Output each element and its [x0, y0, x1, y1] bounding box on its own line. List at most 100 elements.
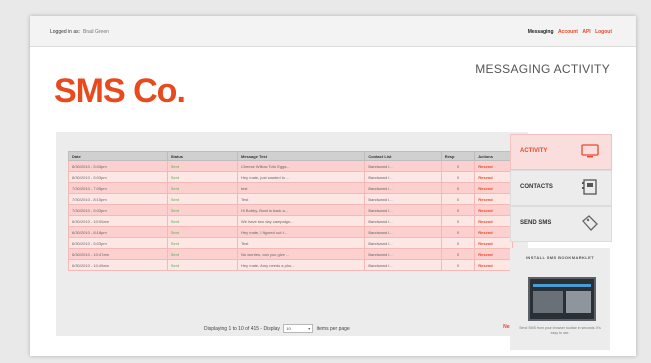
- table-row[interactable]: 7/30/2010 - 8:15pm Sent Test Bandwand l.…: [68, 193, 513, 205]
- cell-message[interactable]: Hey mate, I figured out t...: [237, 226, 366, 238]
- cell-contact-list: Bandwand l...: [364, 193, 442, 205]
- resend-link[interactable]: Resend: [474, 237, 513, 249]
- table-row[interactable]: 6/30/2010 - 10:00am Sent We have two day…: [68, 215, 513, 227]
- cell-contact-list: Bandwand l...: [364, 204, 442, 216]
- nav-contacts-label: CONTACTS: [520, 184, 553, 190]
- resend-link[interactable]: Resend: [474, 259, 513, 271]
- cell-message[interactable]: Test: [237, 237, 366, 249]
- cell-contact-list: Bandwand l...: [364, 248, 442, 260]
- cell-message[interactable]: test: [237, 182, 366, 194]
- cell-resp: 0: [440, 237, 476, 249]
- page-title: MESSAGING ACTIVITY: [475, 62, 610, 76]
- cell-date: 8/30/2010 - 5:03pm: [68, 160, 168, 172]
- cell-message[interactable]: No worries, can you give ...: [237, 248, 366, 260]
- cell-resp: 0: [440, 182, 476, 194]
- cell-status: Sent: [166, 182, 239, 194]
- top-link-messaging[interactable]: Messaging: [528, 29, 554, 35]
- cell-contact-list: Bandwand l...: [364, 226, 442, 238]
- bookmarklet-promo: INSTALL SMS BOOKMARKLET Send SMS from yo…: [510, 248, 610, 350]
- resend-link[interactable]: Resend: [474, 182, 513, 194]
- cell-resp: 0: [440, 193, 476, 205]
- promo-title: INSTALL SMS BOOKMARKLET: [525, 255, 595, 260]
- table-row[interactable]: 6/30/2010 - 10:49am Sent Hey mate, Amy n…: [68, 259, 513, 271]
- per-page-value: 10: [286, 326, 291, 331]
- promo-text: Send SMS from your browser toolbar in se…: [519, 326, 601, 335]
- cell-contact-list: Bandwand l...: [364, 182, 442, 194]
- resend-link[interactable]: Resend: [474, 204, 513, 216]
- nav-send-sms-button[interactable]: SEND SMS: [510, 206, 612, 242]
- cell-message[interactable]: Hi Bobby, Bowl is back a...: [237, 204, 366, 216]
- app-window: Logged in as: Brad Green Messaging Accoun…: [30, 16, 636, 356]
- table-row[interactable]: 6/30/2010 - 8:18pm Sent Hey mate, I figu…: [68, 226, 513, 238]
- resend-link[interactable]: Resend: [474, 226, 513, 238]
- cell-message[interactable]: Hey mate, just wanted to ...: [237, 171, 366, 183]
- cell-status: Sent: [166, 193, 239, 205]
- nav-contacts-button[interactable]: CONTACTS: [510, 170, 612, 206]
- chevron-down-icon: ▾: [308, 326, 311, 331]
- table-row[interactable]: 6/30/2010 - 5:03pm Sent Test Bandwand l.…: [68, 237, 513, 249]
- resend-link[interactable]: Resend: [474, 193, 513, 205]
- top-link-api[interactable]: API: [582, 29, 590, 35]
- cell-date: 6/30/2010 - 10:49am: [68, 259, 168, 271]
- brand-logo[interactable]: SMS Co.: [54, 72, 186, 111]
- cell-resp: 0: [440, 215, 476, 227]
- cell-message[interactable]: Hey mate, Amy needs a pho...: [237, 259, 366, 271]
- cell-resp: 0: [440, 248, 476, 260]
- top-links: Messaging Account API Logout: [528, 29, 612, 35]
- cell-contact-list: Bandwand l...: [364, 160, 442, 172]
- cell-contact-list: Bandwand l...: [364, 237, 442, 249]
- address-book-icon: [582, 179, 597, 195]
- table-row[interactable]: 8/30/2010 - 5:03pm Sent Hey mate, just w…: [68, 171, 513, 183]
- top-bar: Logged in as: Brad Green Messaging Accoun…: [30, 16, 636, 47]
- preview-toolbar: [533, 284, 591, 287]
- top-link-logout[interactable]: Logout: [595, 29, 612, 35]
- col-status[interactable]: Status: [166, 151, 239, 161]
- preview-panel: [566, 291, 591, 313]
- resend-link[interactable]: Resend: [474, 248, 513, 260]
- monitor-icon: [581, 144, 599, 158]
- table-row[interactable]: 7/30/2010 - 7:05pm Sent test Bandwand l.…: [68, 182, 513, 194]
- logged-in-label: Logged in as:: [50, 29, 81, 35]
- resend-link[interactable]: Resend: [474, 171, 513, 183]
- col-date[interactable]: Date: [68, 151, 168, 161]
- resend-link[interactable]: Resend: [474, 160, 513, 172]
- nav-activity-button[interactable]: ACTIVITY: [510, 134, 612, 170]
- table-row[interactable]: 8/30/2010 - 5:03pm Sent Cheese Willow To…: [68, 160, 513, 172]
- bookmarklet-preview-image[interactable]: [528, 277, 596, 321]
- pagination-bar: Displaying 1 to 10 of 415 - Display 10 ▾ …: [56, 320, 528, 334]
- col-contact-list[interactable]: Contact List: [364, 151, 442, 161]
- login-status: Logged in as: Brad Green: [50, 29, 109, 35]
- cell-message[interactable]: Cheese Willow Tofu Eggs...: [237, 160, 366, 172]
- table-row[interactable]: 7/30/2010 - 5:03pm Sent Hi Bobby, Bowl i…: [68, 204, 513, 216]
- resend-link[interactable]: Resend: [474, 215, 513, 227]
- cell-resp: 0: [440, 259, 476, 271]
- cell-resp: 0: [440, 160, 476, 172]
- per-page-select[interactable]: 10 ▾: [283, 324, 314, 333]
- pagination-info: Displaying 1 to 10 of 415 - Display 10 ▾ …: [204, 324, 350, 333]
- cell-status: Sent: [166, 204, 239, 216]
- cell-date: 6/30/2010 - 5:03pm: [68, 237, 168, 249]
- cell-date: 6/30/2010 - 10:00am: [68, 215, 168, 227]
- cell-status: Sent: [166, 259, 239, 271]
- cell-date: 6/30/2010 - 8:18pm: [68, 226, 168, 238]
- cell-contact-list: Bandwand l...: [364, 171, 442, 183]
- cell-date: 6/30/2010 - 10:47am: [68, 248, 168, 260]
- cell-status: Sent: [166, 226, 239, 238]
- cell-date: 7/30/2010 - 7:05pm: [68, 182, 168, 194]
- table-row[interactable]: 6/30/2010 - 10:47am Sent No worries, can…: [68, 248, 513, 260]
- cell-message[interactable]: We have two day campaign...: [237, 215, 366, 227]
- col-message-text[interactable]: Message Text: [237, 151, 366, 161]
- messages-table: Date Status Message Text Contact List Re…: [68, 151, 513, 271]
- cell-date: 7/30/2010 - 8:15pm: [68, 193, 168, 205]
- cell-date: 7/30/2010 - 5:03pm: [68, 204, 168, 216]
- col-resp[interactable]: Resp: [440, 151, 476, 161]
- cell-status: Sent: [166, 248, 239, 260]
- cell-date: 8/30/2010 - 5:03pm: [68, 171, 168, 183]
- tag-icon: [582, 215, 598, 231]
- table-header-row: Date Status Message Text Contact List Re…: [68, 151, 513, 161]
- cell-contact-list: Bandwand l...: [364, 259, 442, 271]
- top-link-account[interactable]: Account: [558, 29, 578, 35]
- cell-message[interactable]: Test: [237, 193, 366, 205]
- cell-status: Sent: [166, 215, 239, 227]
- cell-contact-list: Bandwand l...: [364, 215, 442, 227]
